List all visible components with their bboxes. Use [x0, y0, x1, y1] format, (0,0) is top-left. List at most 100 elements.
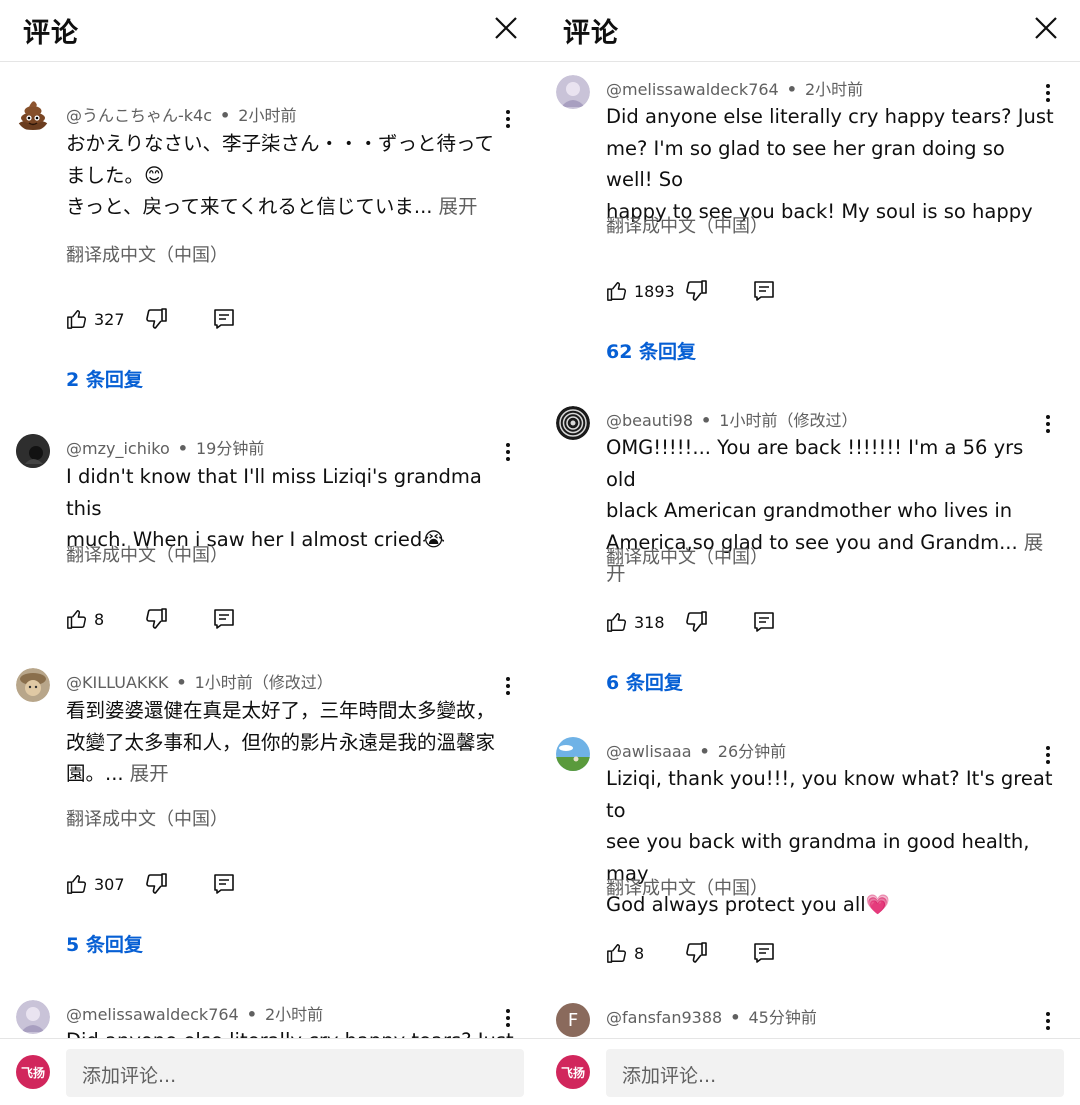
reply-icon[interactable] [212, 307, 236, 331]
close-icon[interactable] [492, 14, 520, 42]
comment-meta: @melissawaldeck764 • 2小时前 [606, 80, 864, 99]
avatar[interactable] [16, 668, 50, 702]
view-replies-link[interactable]: 5 条回复 [66, 930, 143, 957]
comment-actions: 1893 [606, 278, 866, 304]
comment-actions: 8 [66, 606, 326, 632]
thumbs-up-icon [607, 282, 626, 301]
like-button[interactable]: 1893 [606, 278, 675, 304]
like-count: 307 [94, 874, 125, 894]
like-count: 327 [94, 309, 125, 329]
comment-time: 26分钟前 [717, 742, 787, 761]
comment-meta: @awlisaaa • 26分钟前 [606, 742, 787, 761]
thumbs-down-icon[interactable] [144, 607, 168, 631]
avatar[interactable] [556, 75, 590, 109]
comments-panel-right: 评论 @melissawaldeck764 • 2小时前 Did anyone el… [540, 0, 1080, 1105]
reply-icon[interactable] [212, 872, 236, 896]
expand-link[interactable]: 展开 [130, 762, 169, 785]
comment-time: 2小时前 [804, 80, 864, 99]
avatar[interactable]: F [556, 1003, 590, 1037]
comment-handle[interactable]: @mzy_ichiko [66, 439, 170, 458]
close-icon[interactable] [1032, 14, 1060, 42]
comment-text: Did anyone else literally cry happy tear… [606, 105, 1054, 223]
comment-meta: @KILLUAKKK • 1小时前（修改过） [66, 673, 333, 692]
thumbs-up-icon [67, 875, 86, 894]
comment-meta: @melissawaldeck764 • 2小时前 [66, 1005, 324, 1024]
self-avatar[interactable]: 飞扬 [556, 1055, 590, 1089]
like-button[interactable]: 307 [66, 871, 125, 897]
reply-icon[interactable] [212, 607, 236, 631]
comment-handle[interactable]: @awlisaaa [606, 742, 692, 761]
like-button[interactable]: 327 [66, 306, 125, 332]
translate-link[interactable]: 翻译成中文（中国） [606, 543, 768, 569]
avatar[interactable] [556, 406, 590, 440]
like-count: 1893 [634, 281, 675, 301]
thumbs-down-icon[interactable] [684, 610, 708, 634]
comment-handle[interactable]: @beauti98 [606, 411, 693, 430]
expand-link[interactable]: 展开 [438, 195, 477, 218]
comments-header: 评论 [540, 0, 1080, 62]
thumbs-up-icon [67, 610, 86, 629]
thumbs-down-icon[interactable] [144, 307, 168, 331]
more-options-icon[interactable] [1038, 1010, 1058, 1034]
like-button[interactable]: 8 [606, 940, 644, 966]
thumbs-up-icon [607, 613, 626, 632]
view-replies-link[interactable]: 2 条回复 [66, 365, 143, 392]
avatar[interactable] [16, 434, 50, 468]
user-avatar-icon [16, 434, 50, 468]
thumbs-down-icon[interactable] [144, 872, 168, 896]
avatar[interactable] [16, 1000, 50, 1034]
add-comment-input[interactable]: 添加评论... [606, 1049, 1064, 1097]
comment-handle[interactable]: @うんこちゃん-k4c [66, 106, 212, 125]
avatar[interactable] [556, 737, 590, 771]
user-avatar-icon [16, 668, 50, 702]
panel-title: 评论 [23, 18, 79, 49]
self-avatar[interactable]: 飞扬 [16, 1055, 50, 1089]
add-comment-input[interactable]: 添加评论... [66, 1049, 524, 1097]
like-count: 8 [94, 609, 105, 629]
comment-time: 1小时前（修改过） [194, 673, 333, 692]
comment-actions: 8 [606, 940, 866, 966]
thumbs-up-icon [607, 944, 626, 963]
comment-time: 2小时前 [264, 1005, 324, 1024]
reply-icon[interactable] [752, 610, 776, 634]
view-replies-link[interactable]: 62 条回复 [606, 337, 696, 364]
comment-actions: 327 [66, 306, 326, 332]
reply-icon[interactable] [752, 279, 776, 303]
comment-meta: @うんこちゃん-k4c • 2小时前 [66, 106, 297, 125]
comment-handle[interactable]: @fansfan9388 [606, 1008, 722, 1027]
translate-link[interactable]: 翻译成中文（中国） [606, 212, 768, 238]
user-avatar-icon [556, 75, 590, 109]
translate-link[interactable]: 翻译成中文（中国） [66, 541, 228, 567]
panel-title: 评论 [563, 18, 619, 49]
comments-header: 评论 [0, 0, 540, 62]
user-avatar-icon [556, 406, 590, 440]
translate-link[interactable]: 翻译成中文（中国） [66, 241, 228, 267]
view-replies-link[interactable]: 6 条回复 [606, 668, 683, 695]
comment-meta: @mzy_ichiko • 19分钟前 [66, 439, 265, 458]
add-comment-bar: 飞扬 添加评论... [540, 1038, 1080, 1105]
user-avatar-icon [556, 737, 590, 771]
comment-handle[interactable]: @melissawaldeck764 [606, 80, 779, 99]
comment-meta: @beauti98 • 1小时前（修改过） [606, 411, 858, 430]
reply-icon[interactable] [752, 941, 776, 965]
poop-emoji-avatar-icon [18, 101, 48, 130]
comment-time: 2小时前 [238, 106, 297, 125]
translate-link[interactable]: 翻译成中文（中国） [66, 805, 228, 831]
comment-actions: 307 [66, 871, 326, 897]
comment-text: 看到婆婆還健在真是太好了，三年時間太多變故， 改變了太多事和人，但你的影片永遠是… [66, 699, 496, 785]
comment-time: 45分钟前 [748, 1008, 817, 1027]
thumbs-down-icon[interactable] [684, 279, 708, 303]
thumbs-down-icon[interactable] [684, 941, 708, 965]
avatar[interactable] [16, 97, 50, 131]
comment-handle[interactable]: @KILLUAKKK [66, 673, 168, 692]
add-comment-bar: 飞扬 添加评论... [0, 1038, 540, 1105]
comment-meta: @fansfan9388 • 45分钟前 [606, 1008, 817, 1027]
like-count: 8 [634, 943, 645, 963]
comment-handle[interactable]: @melissawaldeck764 [66, 1005, 239, 1024]
like-count: 318 [634, 612, 665, 632]
comment-time: 1小时前（修改过） [719, 411, 858, 430]
like-button[interactable]: 8 [66, 606, 104, 632]
like-button[interactable]: 318 [606, 609, 665, 635]
translate-link[interactable]: 翻译成中文（中国） [606, 874, 768, 900]
comment-text: おかえりなさい、李子柒さん・・・ずっと待って ました。😊 きっと、戻って来てくれ… [66, 132, 495, 218]
